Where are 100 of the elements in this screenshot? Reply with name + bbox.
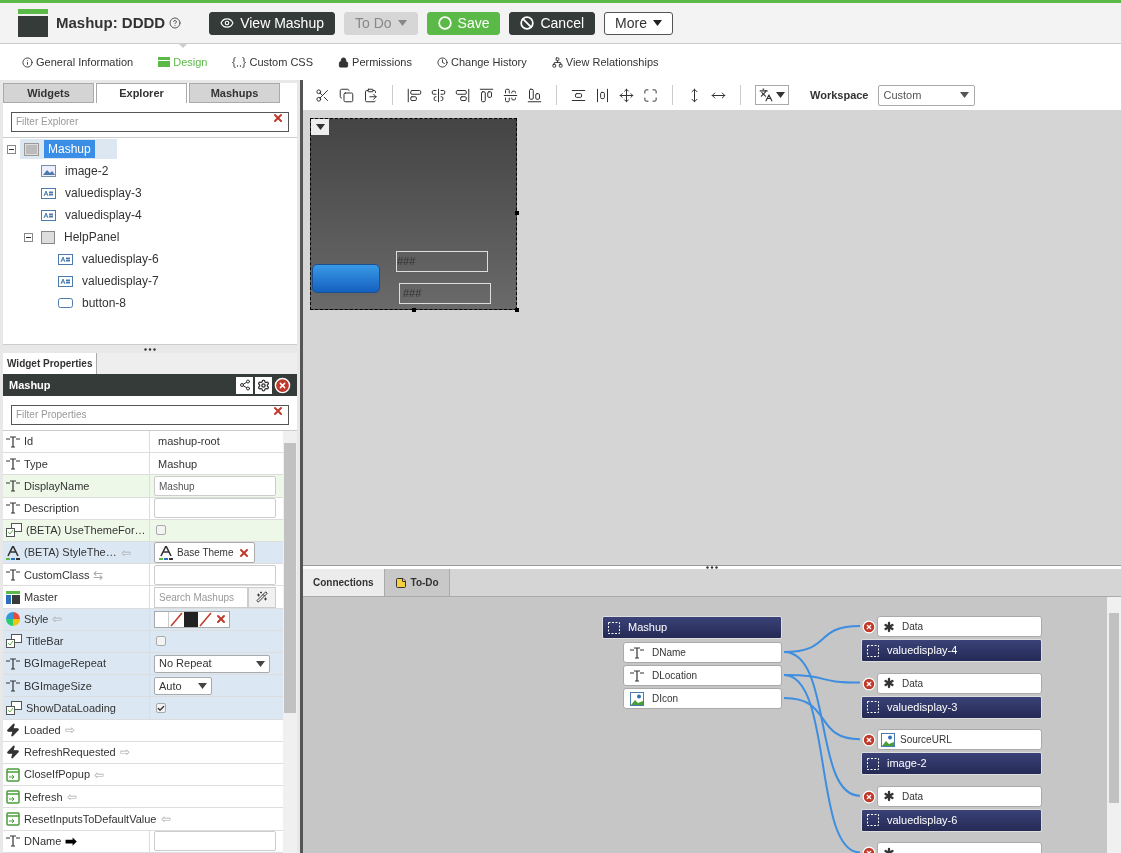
align-left-icon[interactable]: [407, 87, 422, 103]
parameter-node[interactable]: DLocation: [623, 665, 782, 686]
property-input[interactable]: [154, 498, 276, 519]
workspace-select[interactable]: Custom: [877, 84, 975, 106]
property-select[interactable]: No Repeat: [154, 654, 270, 673]
remove-icon[interactable]: [862, 789, 876, 804]
language-button[interactable]: [755, 85, 789, 105]
color-swatch[interactable]: [184, 611, 198, 627]
header-button[interactable]: View Mashup: [209, 11, 335, 35]
align-right-icon[interactable]: [455, 87, 470, 103]
clear-icon[interactable]: [272, 405, 284, 417]
caret-icon: [959, 92, 969, 98]
share-button[interactable]: [236, 376, 253, 394]
tree-item[interactable]: button-8: [54, 293, 153, 313]
nav-tab[interactable]: Change History: [436, 44, 527, 80]
property-input[interactable]: [154, 564, 276, 585]
bottom-tab[interactable]: Connections: [303, 569, 385, 596]
no-color-swatch[interactable]: [198, 611, 213, 627]
binding-node[interactable]: Data: [877, 672, 1042, 694]
binding-node[interactable]: Data: [877, 785, 1042, 807]
collapse-icon[interactable]: [24, 232, 33, 242]
tree-item[interactable]: valuedisplay-7: [54, 271, 185, 291]
search-field[interactable]: Search Mashups: [154, 586, 248, 608]
checkbox[interactable]: [156, 703, 166, 714]
cut-icon[interactable]: [315, 87, 330, 103]
theme-chip[interactable]: Base Theme: [154, 542, 255, 564]
panel-tab[interactable]: Widget Properties: [3, 353, 98, 374]
panel-tab[interactable]: Mashups: [189, 83, 280, 103]
parameter-node[interactable]: DIcon: [623, 688, 782, 709]
text-type-icon: [6, 835, 20, 848]
target-widget-node[interactable]: valuedisplay-3: [861, 695, 1042, 719]
splitter-handle[interactable]: [706, 566, 718, 569]
target-widget-node[interactable]: valuedisplay-4: [861, 639, 1042, 662]
resize-handle[interactable]: [515, 211, 519, 215]
align-center-icon[interactable]: [431, 87, 446, 103]
scrollbar[interactable]: [283, 431, 297, 853]
parameter-node[interactable]: DName: [623, 642, 782, 663]
caret-icon: [776, 92, 785, 98]
collapse-icon[interactable]: [7, 144, 16, 154]
value-display-icon: [41, 187, 56, 199]
target-widget-node[interactable]: valuedisplay-6: [861, 808, 1042, 832]
binding-node[interactable]: SourceURL: [877, 729, 1042, 751]
close-icon[interactable]: [274, 376, 291, 394]
checkbox[interactable]: [156, 636, 166, 647]
nav-tab[interactable]: Permissions: [338, 44, 412, 80]
resize-handle[interactable]: [515, 308, 519, 312]
property-input[interactable]: [154, 831, 276, 852]
dropdown-button[interactable]: [311, 119, 329, 135]
splitter-handle[interactable]: [144, 347, 156, 351]
binding-arrow: ⇨: [64, 722, 75, 740]
more-menu-button[interactable]: More: [604, 11, 673, 35]
lightning-icon: [6, 745, 20, 760]
paste-icon[interactable]: [363, 87, 378, 103]
remove-icon[interactable]: [862, 620, 876, 634]
checkbox[interactable]: [156, 525, 166, 536]
button-widget[interactable]: [312, 264, 380, 293]
remove-icon[interactable]: [215, 613, 227, 626]
remove-icon[interactable]: [862, 676, 876, 691]
tree-item[interactable]: HelpPanel: [37, 227, 146, 247]
property-input[interactable]: Mashup: [154, 476, 276, 496]
header-button[interactable]: Cancel: [509, 11, 596, 35]
settings-button[interactable]: [255, 376, 272, 394]
bottom-tab[interactable]: To-Do: [384, 569, 450, 596]
page-title: Mashup: DDDD: [56, 12, 166, 33]
source-node[interactable]: Mashup: [602, 616, 782, 639]
remove-icon[interactable]: [237, 546, 250, 559]
tree-item[interactable]: valuedisplay-4: [37, 205, 168, 225]
align-top-icon[interactable]: [479, 87, 494, 103]
text-type-icon: [630, 669, 644, 682]
panel-tab[interactable]: Explorer: [96, 83, 187, 103]
scrollbar[interactable]: [1107, 597, 1121, 853]
font-style-icon: [159, 545, 173, 560]
remove-icon[interactable]: [862, 733, 876, 748]
filter-field[interactable]: Filter Explorer: [11, 111, 289, 132]
panel-tab[interactable]: Widgets: [3, 83, 94, 103]
distribute-vertical-icon[interactable]: [571, 87, 586, 103]
binding-arrow: ⇆: [93, 566, 104, 584]
center-icon[interactable]: [619, 87, 634, 103]
nav-tab[interactable]: View Relationships: [551, 44, 659, 80]
align-bottom-icon[interactable]: [527, 87, 542, 103]
target-widget-node[interactable]: image-2: [861, 752, 1042, 776]
binding-node[interactable]: Data: [877, 616, 1042, 637]
align-middle-icon[interactable]: [503, 87, 518, 103]
property-select[interactable]: Auto: [154, 676, 212, 695]
wand-button[interactable]: [248, 586, 276, 608]
nav-tab[interactable]: Custom CSS: [232, 44, 314, 80]
help-icon[interactable]: [169, 17, 182, 29]
filter-field[interactable]: Filter Properties: [11, 404, 289, 425]
distribute-horizontal-icon[interactable]: [595, 87, 610, 103]
copy-icon[interactable]: [339, 87, 354, 103]
tree-item[interactable]: valuedisplay-3: [37, 183, 168, 203]
no-color-swatch[interactable]: [169, 611, 184, 627]
resize-handle[interactable]: [412, 308, 416, 312]
layout-icon: [6, 590, 20, 604]
tree-item[interactable]: valuedisplay-6: [54, 249, 185, 269]
nav-tab[interactable]: General Information: [22, 44, 134, 80]
fit-icon[interactable]: [643, 87, 658, 103]
property-name: Loaded: [24, 723, 61, 738]
tree-item[interactable]: image-2: [37, 161, 135, 181]
clear-icon[interactable]: [272, 112, 284, 124]
